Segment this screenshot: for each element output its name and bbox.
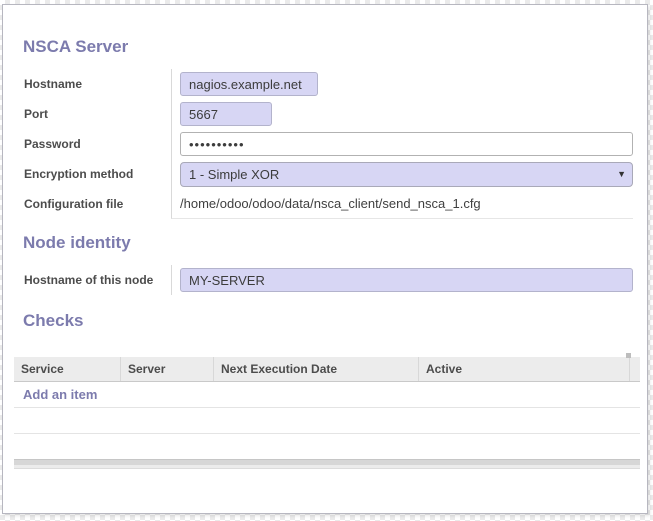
hostname-label: Hostname bbox=[21, 77, 171, 91]
desktop-background: { "colors": { "accent": "#7c7bad", "fiel… bbox=[0, 0, 653, 521]
port-input[interactable] bbox=[180, 102, 272, 126]
form-row-configuration-file: Configuration file /home/odoo/odoo/data/… bbox=[21, 189, 633, 219]
encryption-method-label: Encryption method bbox=[21, 167, 171, 181]
node-identity-group: Hostname of this node bbox=[21, 265, 633, 295]
configuration-file-label: Configuration file bbox=[21, 197, 171, 211]
section-title-node-identity: Node identity bbox=[23, 233, 633, 253]
form-row-node-hostname: Hostname of this node bbox=[21, 265, 633, 295]
column-header-next-execution-date[interactable]: Next Execution Date bbox=[214, 357, 419, 381]
port-label: Port bbox=[21, 107, 171, 121]
configuration-file-value: /home/odoo/odoo/data/nsca_client/send_ns… bbox=[180, 196, 481, 211]
form-sheet: NSCA Server Hostname Port Password Encry… bbox=[2, 4, 648, 514]
hostname-field-cell bbox=[171, 69, 633, 99]
nsca-server-group: Hostname Port Password Encryption method… bbox=[21, 69, 633, 219]
scrollbar-corner bbox=[626, 353, 631, 358]
section-title-checks: Checks bbox=[23, 311, 633, 331]
hostname-input[interactable] bbox=[180, 72, 318, 96]
encryption-method-field-cell: 1 - Simple XOR ▼ bbox=[171, 159, 633, 189]
encryption-method-select-wrap: 1 - Simple XOR ▼ bbox=[180, 162, 633, 187]
add-an-item-link[interactable]: Add an item bbox=[14, 387, 97, 402]
table-row-add: Add an item bbox=[14, 382, 640, 408]
node-hostname-label: Hostname of this node bbox=[21, 273, 171, 287]
table-row-empty-2 bbox=[14, 434, 640, 459]
section-title-nsca-server: NSCA Server bbox=[23, 37, 633, 57]
form-row-password: Password bbox=[21, 129, 633, 159]
node-hostname-input[interactable] bbox=[180, 268, 633, 292]
form-row-port: Port bbox=[21, 99, 633, 129]
column-header-active[interactable]: Active bbox=[419, 357, 630, 381]
password-input[interactable] bbox=[180, 132, 633, 156]
password-label: Password bbox=[21, 137, 171, 151]
checks-table: Service Server Next Execution Date Activ… bbox=[14, 357, 640, 469]
form-row-encryption-method: Encryption method 1 - Simple XOR ▼ bbox=[21, 159, 633, 189]
form-row-hostname: Hostname bbox=[21, 69, 633, 99]
column-header-spacer bbox=[630, 357, 641, 381]
column-header-service[interactable]: Service bbox=[14, 357, 121, 381]
password-field-cell bbox=[171, 129, 633, 159]
horizontal-scrollbar[interactable] bbox=[14, 459, 640, 469]
checks-table-header: Service Server Next Execution Date Activ… bbox=[14, 357, 640, 382]
port-field-cell bbox=[171, 99, 633, 129]
node-hostname-field-cell bbox=[171, 265, 633, 295]
configuration-file-field-cell: /home/odoo/odoo/data/nsca_client/send_ns… bbox=[171, 189, 633, 219]
table-row-empty-1 bbox=[14, 408, 640, 434]
encryption-method-select[interactable]: 1 - Simple XOR bbox=[180, 162, 633, 187]
column-header-server[interactable]: Server bbox=[121, 357, 214, 381]
